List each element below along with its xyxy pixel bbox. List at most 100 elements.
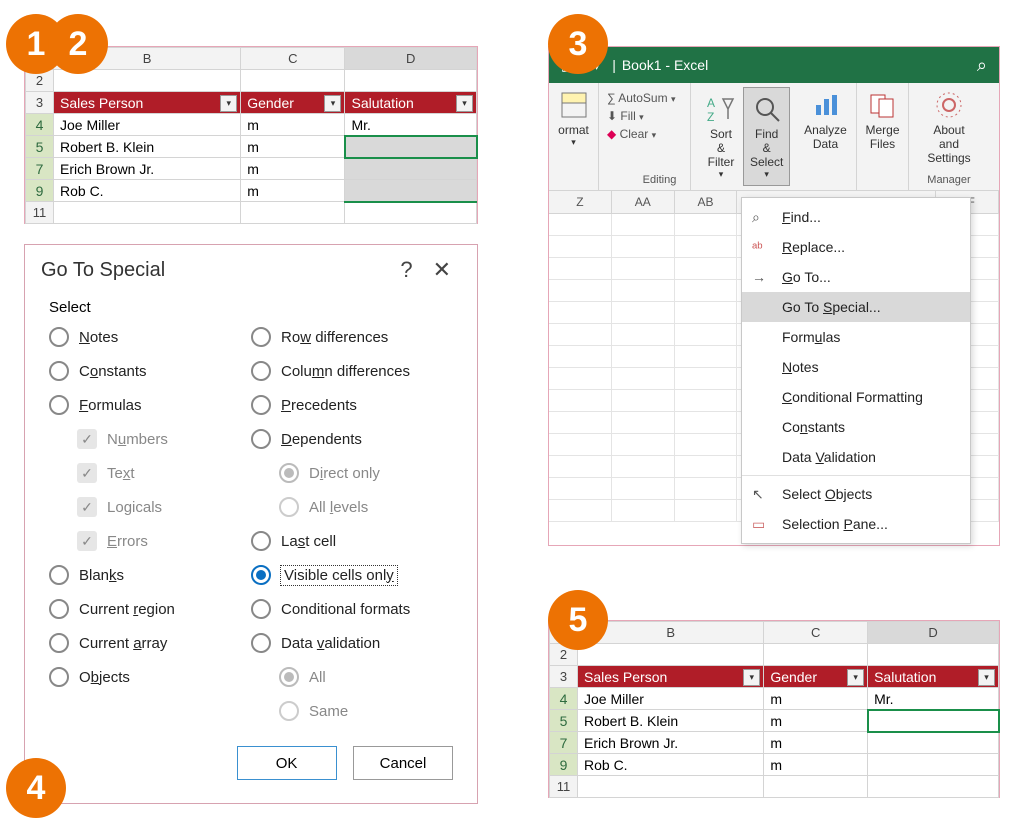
cell[interactable]: Robert B. Klein <box>578 710 764 732</box>
row-head[interactable]: 5 <box>550 710 578 732</box>
cell[interactable]: m <box>241 180 345 202</box>
cell[interactable]: m <box>241 158 345 180</box>
option-notes[interactable]: Notes <box>49 320 251 354</box>
option-conditional-formats[interactable]: Conditional formats <box>251 592 453 626</box>
cell[interactable]: Erich Brown Jr. <box>578 732 764 754</box>
row-head[interactable]: 11 <box>550 776 578 798</box>
row-head[interactable]: 3 <box>550 666 578 688</box>
table-header-salutation[interactable]: Salutation▾ <box>868 666 999 688</box>
col-head-d[interactable]: D <box>868 622 999 644</box>
dd-find[interactable]: ⌕Find... <box>742 202 970 232</box>
dd-data-validation[interactable]: Data Validation <box>742 442 970 472</box>
col-head[interactable]: AA <box>612 191 675 213</box>
fill-button[interactable]: ⬇ Fill ▾ <box>607 107 682 125</box>
search-icon[interactable]: ⌕ <box>977 55 987 76</box>
col-head-c[interactable]: C <box>241 48 345 70</box>
fill-icon: ⬇ <box>607 109 617 123</box>
row-head[interactable]: 5 <box>26 136 54 158</box>
dialog-help-button[interactable]: ? <box>390 257 422 283</box>
filter-dropdown-icon[interactable]: ▾ <box>220 95 237 112</box>
cell[interactable]: Rob C. <box>578 754 764 776</box>
cell[interactable]: Joe Miller <box>578 688 764 710</box>
cell[interactable]: m <box>241 114 345 136</box>
cancel-button[interactable]: Cancel <box>353 746 453 780</box>
selected-cell[interactable] <box>345 180 477 202</box>
dd-conditional-formatting[interactable]: Conditional Formatting <box>742 382 970 412</box>
option-row-differences[interactable]: Row differences <box>251 320 453 354</box>
table-header-salutation[interactable]: Salutation▾ <box>345 92 477 114</box>
filter-active-icon[interactable]: ▾ <box>847 669 864 686</box>
option-precedents[interactable]: Precedents <box>251 388 453 422</box>
dialog-close-button[interactable]: ✕ <box>423 257 461 283</box>
dd-constants[interactable]: Constants <box>742 412 970 442</box>
selected-cell[interactable] <box>345 158 477 180</box>
copied-cell[interactable]: Mr. <box>868 688 999 710</box>
dd-select-objects[interactable]: ↖Select Objects <box>742 479 970 509</box>
selected-cell[interactable] <box>345 136 477 158</box>
col-head-c[interactable]: C <box>764 622 868 644</box>
row-head[interactable]: 4 <box>26 114 54 136</box>
dd-goto-special[interactable]: Go To Special... <box>742 292 970 322</box>
row-head[interactable]: 7 <box>550 732 578 754</box>
row-head[interactable]: 9 <box>26 180 54 202</box>
table-header-gender[interactable]: Gender▾ <box>764 666 868 688</box>
cell[interactable]: m <box>764 688 868 710</box>
sort-filter-button[interactable]: AZSort &Filter▾ <box>699 87 743 186</box>
autosum-button[interactable]: ∑ AutoSum ▾ <box>607 89 682 107</box>
option-column-differences[interactable]: Column differences <box>251 354 453 388</box>
option-blanks[interactable]: Blanks <box>49 558 251 592</box>
row-head[interactable]: 11 <box>26 202 54 224</box>
excel-table-p1[interactable]: B C D 2 3 Sales Person▾ Gender▾ Salutati… <box>25 47 477 224</box>
option-current-array[interactable]: Current array <box>49 626 251 660</box>
filter-dropdown-icon[interactable]: ▾ <box>978 669 995 686</box>
col-head[interactable]: Z <box>549 191 612 213</box>
cell[interactable]: m <box>764 710 868 732</box>
clear-button[interactable]: ◆ Clear ▾ <box>607 125 682 143</box>
dd-replace[interactable]: ᵃᵇReplace... <box>742 232 970 262</box>
table-header-sales-person[interactable]: Sales Person▾ <box>578 666 764 688</box>
row-head[interactable]: 4 <box>550 688 578 710</box>
cell[interactable] <box>868 754 999 776</box>
format-button[interactable]: ormat▾ <box>557 87 590 150</box>
option-formulas[interactable]: Formulas <box>49 388 251 422</box>
row-head[interactable]: 3 <box>26 92 54 114</box>
filter-dropdown-icon[interactable]: ▾ <box>743 669 760 686</box>
copied-cell[interactable]: Mr. <box>345 114 477 136</box>
filter-active-icon[interactable]: ▾ <box>324 95 341 112</box>
about-settings-button[interactable]: About andSettings <box>917 87 981 167</box>
col-head[interactable]: AB <box>675 191 738 213</box>
option-data-validation[interactable]: Data validation <box>251 626 453 660</box>
dd-selection-pane[interactable]: ▭Selection Pane... <box>742 509 970 539</box>
option-current-region[interactable]: Current region <box>49 592 251 626</box>
active-cell[interactable] <box>868 710 999 732</box>
option-last-cell[interactable]: Last cell <box>251 524 453 558</box>
option-constants[interactable]: Constants <box>49 354 251 388</box>
col-head-d[interactable]: D <box>345 48 477 70</box>
cell[interactable]: Rob C. <box>54 180 241 202</box>
ok-button[interactable]: OK <box>237 746 337 780</box>
cell[interactable] <box>868 732 999 754</box>
table-header-sales-person[interactable]: Sales Person▾ <box>54 92 241 114</box>
merge-files-button[interactable]: MergeFiles <box>865 87 900 153</box>
cell[interactable]: Erich Brown Jr. <box>54 158 241 180</box>
excel-table-p5[interactable]: B C D 2 3 Sales Person▾ Gender▾ Salutati… <box>549 621 999 798</box>
option-dependents[interactable]: Dependents <box>251 422 453 456</box>
dd-goto[interactable]: →Go To... <box>742 262 970 292</box>
option-objects[interactable]: Objects <box>49 660 251 694</box>
dd-notes[interactable]: Notes <box>742 352 970 382</box>
cell[interactable]: Robert B. Klein <box>54 136 241 158</box>
find-select-button[interactable]: Find &Select▾ <box>743 87 790 186</box>
step-badge-4: 4 <box>6 758 66 818</box>
group-label-editing: Editing <box>637 172 682 186</box>
analyze-data-button[interactable]: AnalyzeData <box>803 87 848 153</box>
table-header-gender[interactable]: Gender▾ <box>241 92 345 114</box>
cell[interactable]: m <box>764 732 868 754</box>
row-head[interactable]: 7 <box>26 158 54 180</box>
filter-dropdown-icon[interactable]: ▾ <box>456 95 473 112</box>
cell[interactable]: Joe Miller <box>54 114 241 136</box>
row-head[interactable]: 9 <box>550 754 578 776</box>
dd-formulas[interactable]: Formulas <box>742 322 970 352</box>
option-visible-cells-only[interactable]: Visible cells only <box>251 558 453 592</box>
cell[interactable]: m <box>241 136 345 158</box>
cell[interactable]: m <box>764 754 868 776</box>
